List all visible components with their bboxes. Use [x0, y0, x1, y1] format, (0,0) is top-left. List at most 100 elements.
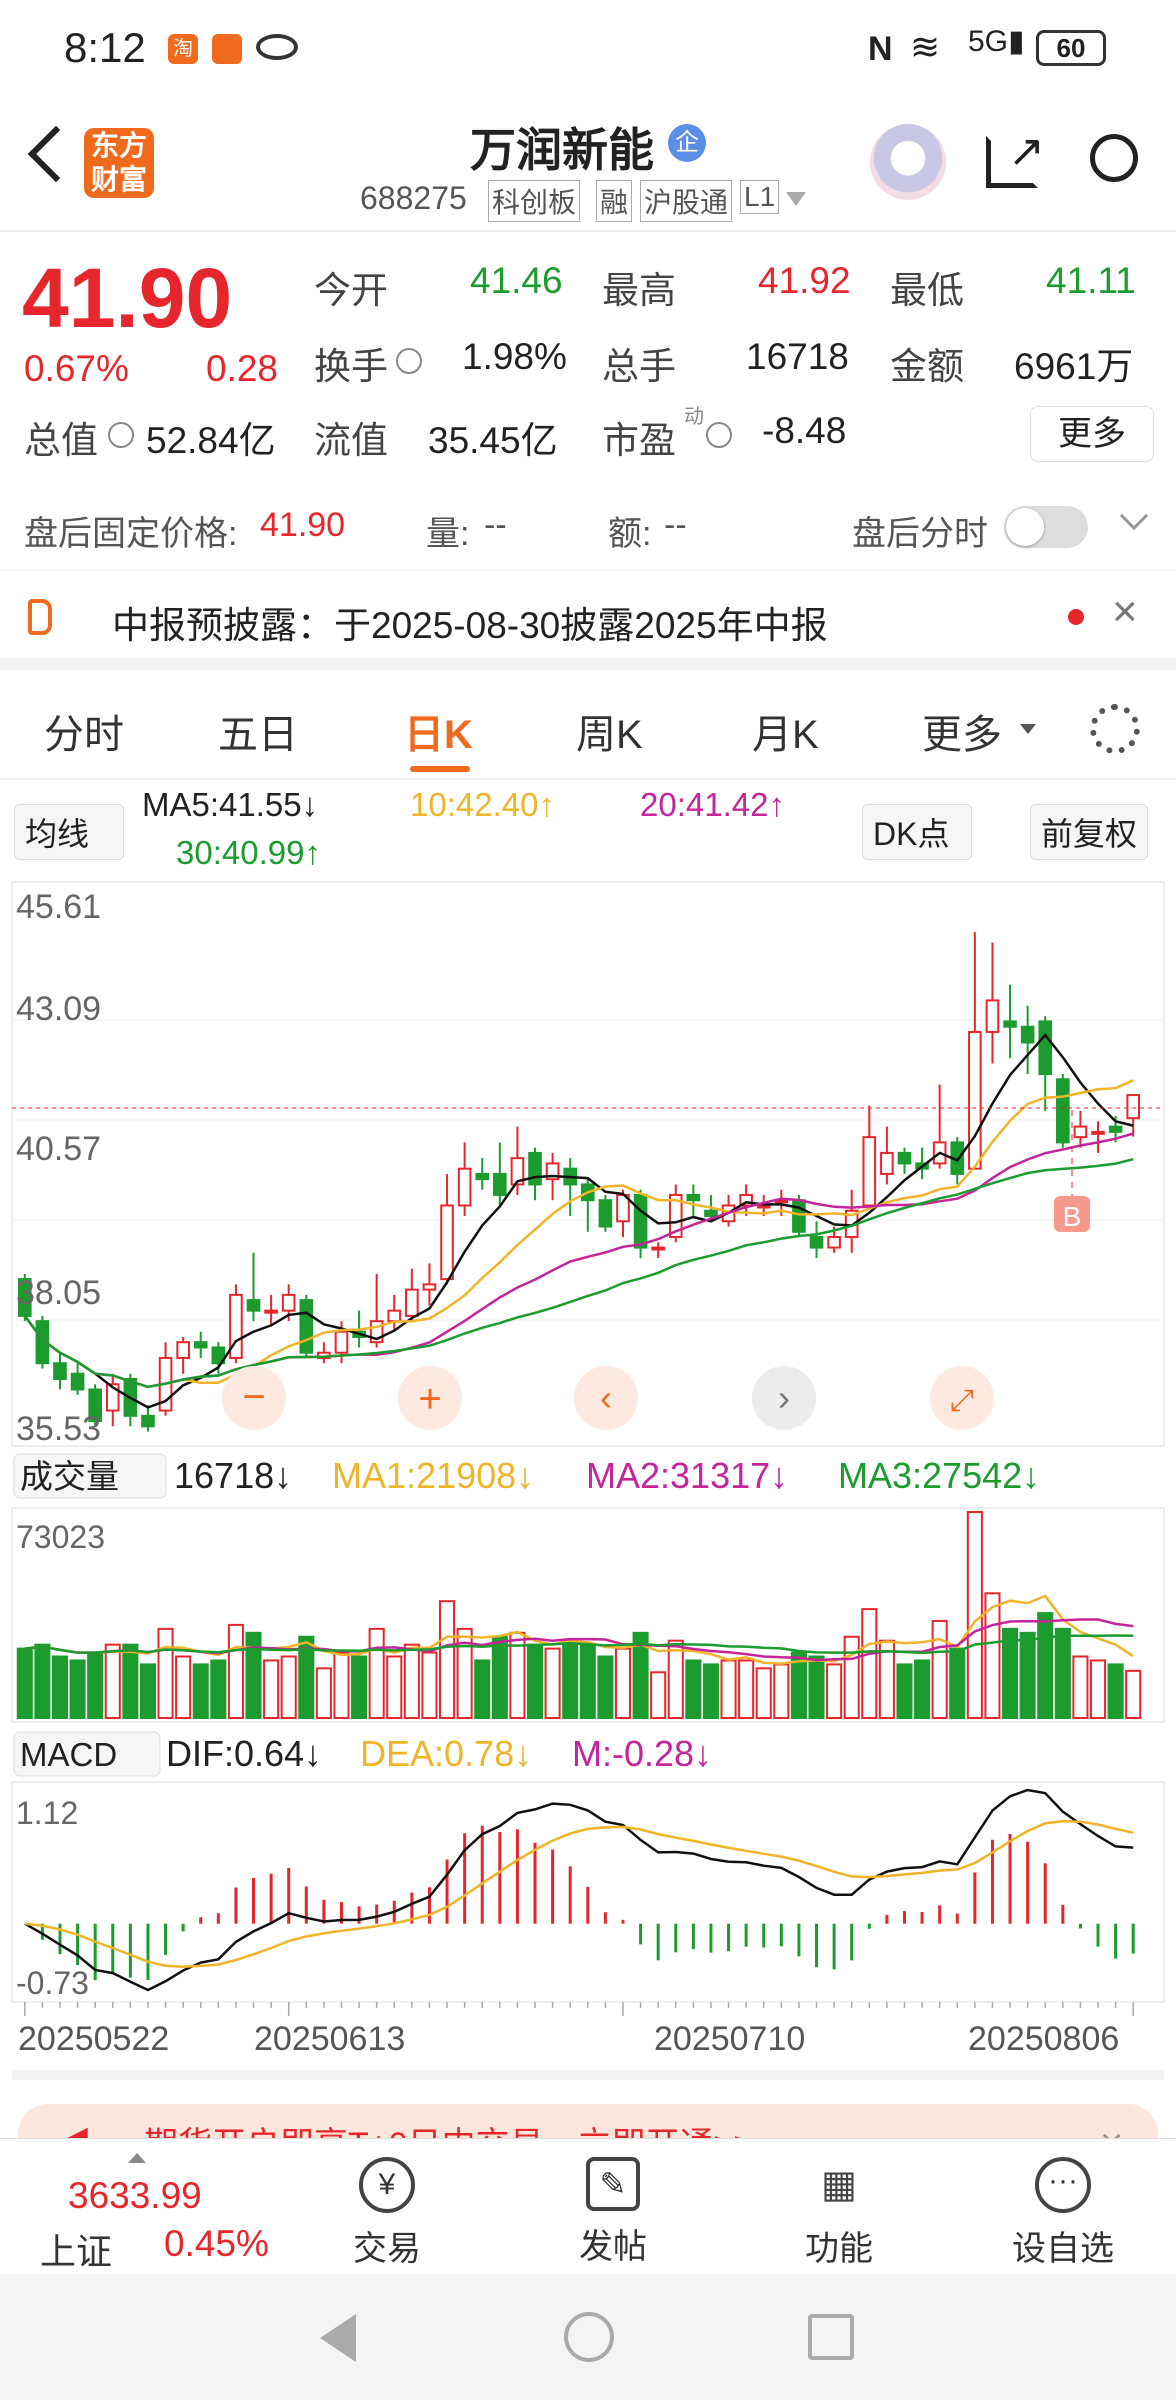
- low-label: 最低: [890, 270, 964, 311]
- volume-bar: [104, 1643, 121, 1719]
- candle-body: [334, 1330, 349, 1354]
- ma5-line: [23, 1033, 1134, 1409]
- volume-bar: [210, 1659, 227, 1720]
- back-triangle-icon[interactable]: [320, 2314, 356, 2362]
- robot-avatar-icon[interactable]: [870, 124, 946, 200]
- candle-body: [1056, 1078, 1070, 1144]
- volume-bar: [421, 1651, 438, 1719]
- volume-bar: [34, 1643, 51, 1719]
- dropdown-triangle-icon[interactable]: [786, 192, 806, 206]
- nav-trade-label: 交易: [353, 2230, 421, 2268]
- kline-ma-lines: [23, 1033, 1134, 1409]
- volume-bar: [51, 1655, 69, 1720]
- back-icon[interactable]: [27, 125, 85, 183]
- home-circle-icon[interactable]: [564, 2312, 614, 2362]
- volume-bar: [263, 1659, 280, 1720]
- taobao-icon: 淘: [168, 34, 198, 64]
- kline-y-label: 35.53: [16, 1410, 101, 1448]
- macd-line: [24, 1788, 1134, 1992]
- search-icon[interactable]: [1090, 134, 1138, 182]
- info-icon[interactable]: [108, 422, 134, 448]
- candle-body: [457, 1167, 472, 1207]
- status-time: 8:12: [64, 24, 146, 71]
- notice-bar[interactable]: 中报预披露：于2025-08-30披露2025年中报 ×: [0, 570, 1176, 670]
- ma10-value: 10:42.40↑: [410, 786, 555, 823]
- candle-body: [405, 1288, 419, 1317]
- notice-dot-icon: [1068, 609, 1084, 625]
- kline-grid: [12, 1019, 1164, 1321]
- volume-bar: [1072, 1655, 1089, 1720]
- dk-point-button[interactable]: DK点: [862, 804, 973, 860]
- volume-bar: [16, 1647, 33, 1719]
- candle-body: [475, 1172, 490, 1181]
- candle-body: [281, 1293, 296, 1312]
- signal-icon: 5G▮: [968, 25, 1025, 58]
- recents-square-icon[interactable]: [808, 2314, 854, 2360]
- nav-function[interactable]: ▦ 功能: [764, 2157, 914, 2270]
- gear-icon[interactable]: [1090, 704, 1140, 754]
- tab-more[interactable]: 更多: [922, 702, 1002, 760]
- amount-value: 6961万: [1014, 346, 1134, 387]
- candle-body: [827, 1236, 841, 1249]
- index-name: 上证: [40, 2231, 113, 2272]
- more-button[interactable]: 更多: [1030, 406, 1154, 462]
- tab-five-day[interactable]: 五日: [218, 702, 298, 760]
- tag-level: L1: [740, 180, 780, 214]
- candle-body: [387, 1309, 402, 1323]
- candle-body: [968, 1030, 982, 1170]
- candle-body: [862, 1136, 877, 1207]
- ma-selector[interactable]: 均线: [14, 804, 125, 860]
- x-date-label: 20250806: [968, 2020, 1119, 2058]
- nav-post[interactable]: ✎ 发帖: [538, 2157, 688, 2268]
- close-icon[interactable]: ×: [1112, 587, 1138, 637]
- ma-legend: 均线 MA5:41.55↓ 10:42.40↑ 20:41.42↑ 30:40.…: [0, 786, 1176, 882]
- ah-amt-label: 额:: [608, 515, 652, 553]
- tab-daily-k[interactable]: 日K: [404, 702, 473, 760]
- tag-star-market: 科创板: [488, 180, 581, 222]
- macd-line: [24, 1819, 1134, 1968]
- nav-trade[interactable]: ¥ 交易: [312, 2157, 462, 2270]
- volume-bar: [175, 1655, 192, 1720]
- enterprise-badge: 企: [668, 124, 706, 162]
- x-date-label: 20250522: [18, 2020, 169, 2058]
- index-value[interactable]: 3633.99: [68, 2175, 202, 2217]
- candle-body: [1038, 1020, 1053, 1076]
- tab-weekly-k[interactable]: 周K: [576, 702, 643, 760]
- volume-bar: [1037, 1612, 1054, 1720]
- volume-bar: [562, 1639, 579, 1720]
- candle-body: [792, 1199, 806, 1233]
- nav-add-watchlist[interactable]: ··· 设自选: [988, 2157, 1138, 2270]
- kline-y-label: 38.05: [16, 1274, 101, 1312]
- candle-body: [704, 1209, 718, 1218]
- expand-icon: ⤢: [950, 1384, 974, 1417]
- chart-area[interactable]: 45.61 43.09 40.57 38.05 35.53 B − + ‹ › …: [0, 880, 1176, 2138]
- macd-dif: DIF:0.64↓: [166, 1733, 322, 1774]
- volume-bar: [702, 1663, 719, 1719]
- close-icon[interactable]: ×: [1100, 2121, 1123, 2138]
- yuan-exchange-icon: ¥: [359, 2157, 415, 2213]
- eye-icon: [256, 34, 298, 60]
- volume-bar: [914, 1659, 931, 1720]
- quote-panel: 41.90 0.67% 0.28 今开 41.46 最高 41.92 最低 41…: [0, 232, 1176, 484]
- tab-monthly-k[interactable]: 月K: [752, 702, 819, 760]
- ma5-value: MA5:41.55↓: [142, 786, 319, 823]
- more-dots-icon: ···: [1035, 2157, 1091, 2213]
- after-hours-bar: 盘后固定价格: 41.90 量: -- 额: -- 盘后分时: [0, 492, 1176, 560]
- after-hours-toggle[interactable]: [1004, 506, 1088, 548]
- info-icon[interactable]: [706, 422, 732, 448]
- volume-value: 16718: [746, 336, 849, 377]
- promo-text: 期货开户即享T+0日内交易，立即开通>>: [144, 2126, 753, 2138]
- app-logo[interactable]: 东方财富: [84, 128, 154, 198]
- battery-icon: 60: [1036, 30, 1106, 66]
- volume-bar: [667, 1639, 684, 1720]
- volume-bar: [192, 1663, 209, 1719]
- volume-bar: [579, 1643, 596, 1719]
- adjust-button[interactable]: 前复权: [1030, 804, 1149, 860]
- candle-body: [756, 1204, 771, 1209]
- info-icon[interactable]: [396, 348, 422, 374]
- tab-intraday[interactable]: 分时: [44, 702, 124, 760]
- kline-y-label: 43.09: [16, 990, 101, 1028]
- chevron-down-icon[interactable]: [1119, 501, 1149, 531]
- volume-bar: [826, 1663, 843, 1719]
- macd-selector-label: MACD: [20, 1736, 117, 1773]
